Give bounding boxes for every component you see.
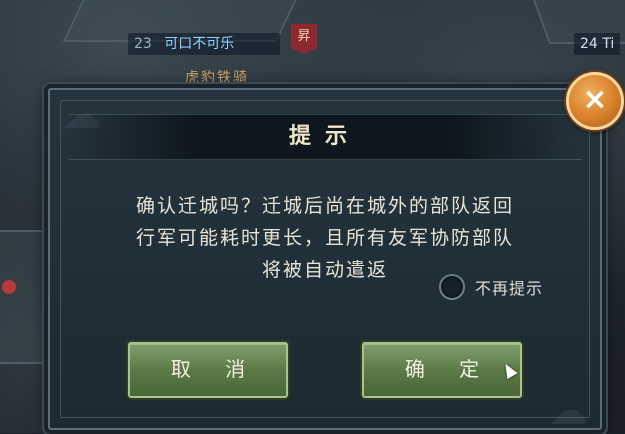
cancel-button[interactable]: 取 消: [128, 342, 288, 398]
message-line: 确认迁城吗？迁城后尚在城外的部队返回: [135, 195, 514, 217]
alliance-banner-icon: 昇: [291, 24, 317, 54]
city-level: 23: [134, 36, 152, 52]
message-line: 行军可能耗时更长，且所有友军协防部队: [135, 227, 514, 249]
city-wall: [0, 230, 44, 364]
cloud-ornament-icon: ☁: [548, 388, 588, 434]
close-icon[interactable]: ×: [566, 72, 624, 130]
dont-remind-option[interactable]: 不再提示: [439, 274, 543, 300]
city-name-tag[interactable]: 23 可口不可乐: [128, 33, 280, 55]
city-name-tag[interactable]: 24 Ti: [574, 33, 621, 55]
city-name: 可口不可乐: [164, 36, 235, 52]
dont-remind-radio[interactable]: [439, 274, 465, 300]
map-marker-icon: [2, 280, 16, 294]
dialog-title: 提示: [68, 114, 582, 160]
confirm-button[interactable]: 确 定: [362, 342, 522, 398]
unit-label: 虎豹铁骑: [185, 70, 249, 86]
dialog-message: 确认迁城吗？迁城后尚在城外的部队返回 行军可能耗时更长，且所有友军协防部队 将被…: [80, 190, 570, 286]
confirm-dialog: ☁ ☁ 提示 确认迁城吗？迁城后尚在城外的部队返回 行军可能耗时更长，且所有友军…: [48, 88, 602, 434]
dont-remind-label: 不再提示: [475, 279, 544, 298]
